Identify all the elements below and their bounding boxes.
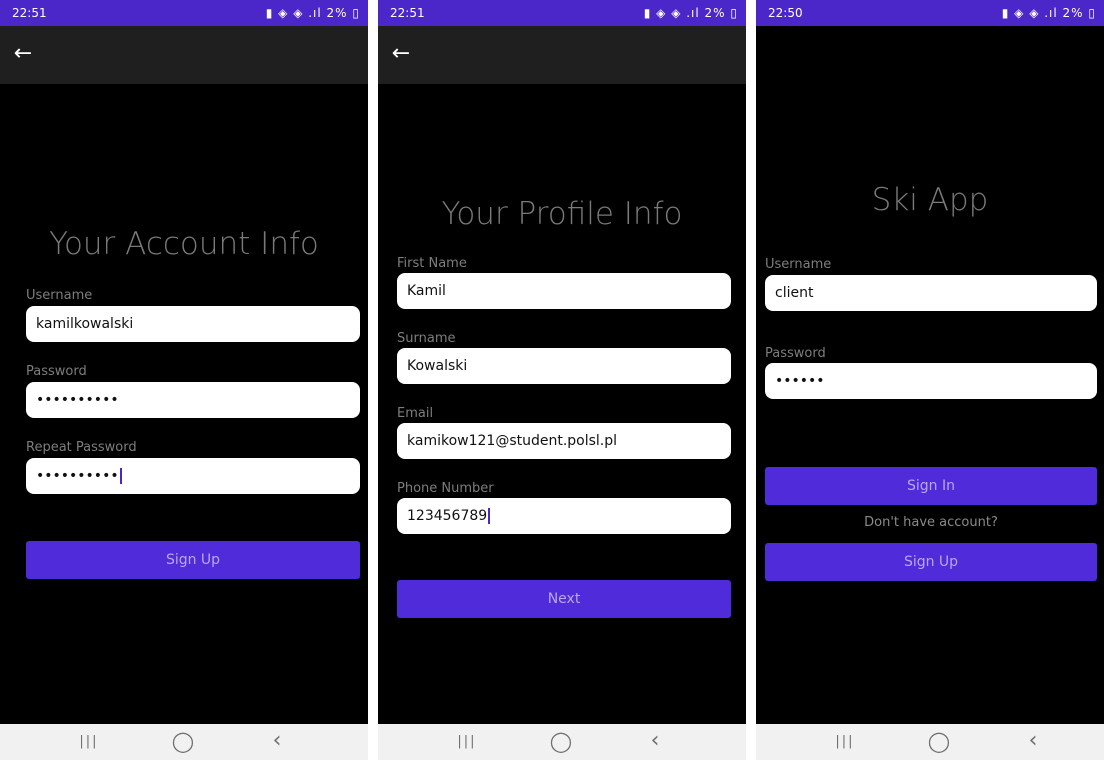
first-name-label: First Name — [397, 256, 467, 271]
home-icon[interactable]: ◯ — [168, 731, 198, 752]
nav-back-icon[interactable]: ‹ — [262, 730, 292, 752]
password-label: Password — [26, 364, 87, 379]
nav-back-icon[interactable]: ‹ — [1018, 730, 1048, 752]
repeat-password-label: Repeat Password — [26, 440, 137, 455]
email-field[interactable]: kamikow121@student.polsl.pl — [397, 423, 731, 459]
username-label: Username — [765, 257, 832, 272]
surname-field[interactable]: Kowalski — [397, 348, 731, 384]
account-screen: 22:51 ▮ ◈ ◈ .ıl 2% ▯ ← Your Account Info… — [0, 0, 368, 760]
home-icon[interactable]: ◯ — [924, 731, 954, 752]
username-field[interactable]: kamilkowalski — [26, 306, 360, 342]
username-field[interactable]: client — [765, 275, 1097, 311]
phone-number-field[interactable]: 123456789 — [397, 498, 731, 534]
status-time: 22:51 — [12, 6, 47, 20]
recent-apps-icon[interactable]: ||| — [830, 732, 860, 752]
recent-apps-icon[interactable]: ||| — [74, 732, 104, 752]
system-nav-bar: ||| ◯ ‹ — [0, 724, 368, 760]
password-value: •••••• — [775, 373, 825, 389]
home-icon[interactable]: ◯ — [546, 731, 576, 752]
next-button[interactable]: Next — [397, 580, 731, 618]
app-title: Ski App — [871, 182, 989, 218]
password-field[interactable]: •••••• — [765, 363, 1097, 399]
profile-screen: 22:51 ▮ ◈ ◈ .ıl 2% ▯ ← Your Profile Info… — [378, 0, 746, 760]
nav-back-icon[interactable]: ‹ — [640, 730, 670, 752]
email-value: kamikow121@student.polsl.pl — [407, 433, 618, 449]
app-bar: ← — [378, 26, 746, 84]
login-screen: 22:50 ▮ ◈ ◈ .ıl 2% ▯ Ski App Username cl… — [756, 0, 1104, 760]
sign-in-button[interactable]: Sign In — [765, 467, 1097, 505]
recent-apps-icon[interactable]: ||| — [452, 732, 482, 752]
sign-up-button[interactable]: Sign Up — [26, 541, 360, 579]
first-name-field[interactable]: Kamil — [397, 273, 731, 309]
status-icons: ▮ ◈ ◈ .ıl 2% ▯ — [1001, 6, 1096, 20]
surname-value: Kowalski — [407, 358, 468, 374]
status-bar: 22:50 ▮ ◈ ◈ .ıl 2% ▯ — [756, 0, 1104, 26]
repeat-password-value: •••••••••• — [36, 468, 122, 484]
page-title: Your Account Info — [49, 226, 319, 262]
page-title: Your Profile Info — [441, 196, 683, 232]
status-bar: 22:51 ▮ ◈ ◈ .ıl 2% ▯ — [0, 0, 368, 26]
phone-number-label: Phone Number — [397, 481, 494, 496]
password-value: •••••••••• — [36, 392, 119, 408]
email-label: Email — [397, 406, 434, 421]
username-value: client — [775, 285, 814, 301]
password-field[interactable]: •••••••••• — [26, 382, 360, 418]
surname-label: Surname — [397, 331, 456, 346]
status-time: 22:50 — [768, 6, 803, 20]
phone-number-value: 123456789 — [407, 508, 491, 524]
username-label: Username — [26, 288, 93, 303]
system-nav-bar: ||| ◯ ‹ — [756, 724, 1104, 760]
no-account-text: Don't have account? — [864, 515, 998, 530]
repeat-password-field[interactable]: •••••••••• — [26, 458, 360, 494]
back-arrow-icon[interactable]: ← — [10, 42, 36, 68]
system-nav-bar: ||| ◯ ‹ — [378, 724, 746, 760]
first-name-value: Kamil — [407, 283, 446, 299]
password-label: Password — [765, 346, 826, 361]
back-arrow-icon[interactable]: ← — [388, 42, 414, 68]
sign-up-button[interactable]: Sign Up — [765, 543, 1097, 581]
status-time: 22:51 — [390, 6, 425, 20]
status-icons: ▮ ◈ ◈ .ıl 2% ▯ — [643, 6, 738, 20]
status-bar: 22:51 ▮ ◈ ◈ .ıl 2% ▯ — [378, 0, 746, 26]
status-icons: ▮ ◈ ◈ .ıl 2% ▯ — [265, 6, 360, 20]
app-bar: ← — [0, 26, 368, 84]
username-value: kamilkowalski — [36, 316, 134, 332]
